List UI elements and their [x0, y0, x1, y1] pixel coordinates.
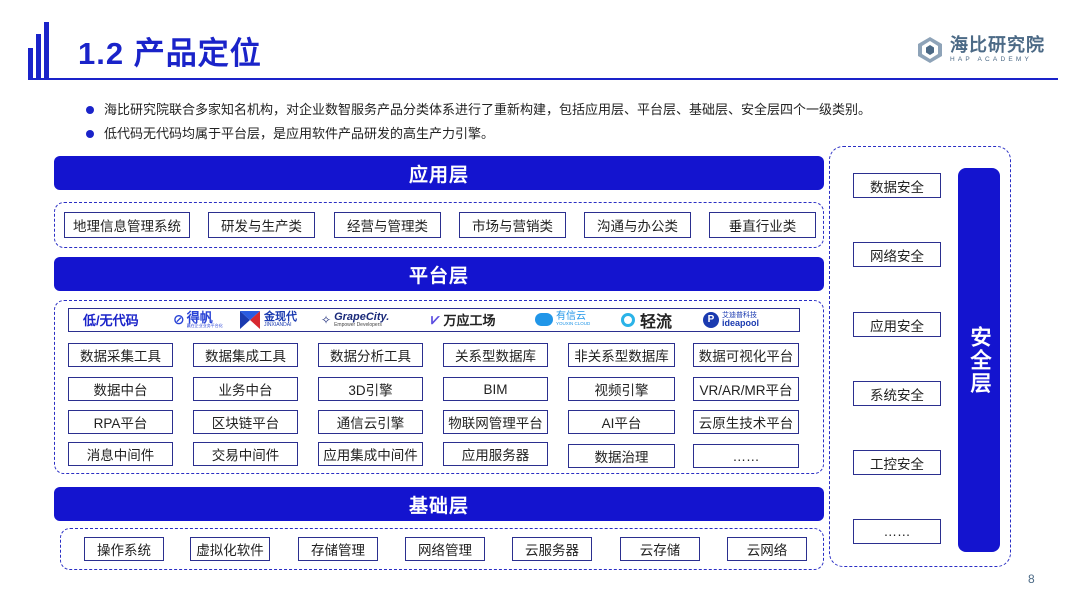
security-item: 工控安全	[853, 450, 941, 475]
application-item: 地理信息管理系统	[64, 212, 190, 238]
header-bars-decoration	[28, 22, 52, 78]
security-item: ……	[853, 519, 941, 544]
platform-item: AI平台	[568, 410, 675, 434]
jinxiandai-icon	[240, 310, 260, 329]
logo-name-cn: 海比研究院	[950, 35, 1045, 56]
application-item: 经营与管理类	[334, 212, 441, 238]
platform-item: 关系型数据库	[443, 343, 548, 367]
vendor-sub: Empower Developers	[334, 321, 382, 328]
lowcode-label: 低/无代码	[83, 313, 139, 328]
cloud-icon	[535, 313, 553, 326]
bullet-item: 海比研究院联合多家知名机构，对企业数智服务产品分类体系进行了重新构建，包括应用层…	[86, 101, 871, 125]
platform-item: 物联网管理平台	[443, 410, 548, 434]
security-layer-bar: 安全层	[958, 168, 1000, 552]
platform-item: 应用集成中间件	[318, 442, 423, 466]
vendor-wanying-logo: ⩗ 万应工场	[431, 309, 495, 330]
application-item: 市场与营销类	[459, 212, 566, 238]
vendor-name: 万应工场	[443, 313, 496, 328]
base-item: 虚拟化软件	[190, 537, 270, 561]
platform-item: 交易中间件	[193, 442, 298, 466]
page-number: 8	[1028, 572, 1035, 586]
platform-item: BIM	[443, 377, 548, 401]
base-item: 操作系统	[84, 537, 164, 561]
hap-logo: 海比研究院 HAP ACADEMY	[916, 36, 1045, 64]
application-item: 研发与生产类	[208, 212, 315, 238]
platform-item: 数据采集工具	[68, 343, 173, 367]
vendor-sub: YOUXIN CLOUD	[556, 321, 591, 327]
security-item: 数据安全	[853, 173, 941, 198]
platform-item: 数据中台	[68, 377, 173, 401]
platform-item: 应用服务器	[443, 442, 548, 466]
security-item: 网络安全	[853, 242, 941, 267]
page-title: 1.2 产品定位	[78, 36, 262, 71]
vendor-sub: ideapool	[722, 317, 760, 328]
application-layer-bar: 应用层	[54, 156, 824, 190]
logo-name-en: HAP ACADEMY	[950, 56, 1033, 64]
security-item: 应用安全	[853, 312, 941, 337]
vendor-sub: 赢在企业业务平台化	[186, 323, 223, 328]
base-layer-bar: 基础层	[54, 487, 824, 521]
platform-item: ……	[693, 444, 799, 468]
ideapool-icon: P	[703, 311, 719, 328]
application-item: 沟通与办公类	[584, 212, 691, 238]
bullet-item: 低代码无代码均属于平台层，是应用软件产品研发的高生产力引擎。	[86, 125, 871, 149]
platform-layer-bar: 平台层	[54, 257, 824, 291]
vendor-ideapool-logo: P 艾迪普科技 ideapool	[703, 309, 759, 330]
vendor-sub: JINXIANDAI	[264, 321, 292, 328]
application-item: 垂直行业类	[709, 212, 816, 238]
vendor-name: 轻流	[640, 313, 673, 331]
security-layer-title: 安全层	[968, 325, 991, 395]
base-item: 云服务器	[512, 537, 592, 561]
platform-item: 非关系型数据库	[568, 343, 675, 367]
defan-icon: ⊘	[173, 311, 185, 327]
platform-item: 视频引擎	[568, 377, 675, 401]
platform-item: 数据可视化平台	[693, 343, 799, 367]
platform-item: VR/AR/MR平台	[693, 377, 799, 401]
grapecity-icon: ✧	[321, 312, 332, 327]
vendor-qingliu-logo: 轻流	[621, 309, 673, 331]
platform-item: RPA平台	[68, 410, 173, 434]
vendor-grapecity-logo: ✧ GrapeCity. Empower Developers	[321, 309, 389, 330]
platform-item: 数据治理	[568, 444, 675, 468]
vendor-defan-logo: ⊘ 得帆 赢在企业业务平台化	[173, 309, 223, 330]
platform-item: 数据集成工具	[193, 343, 298, 367]
vendor-youxinyun-logo: 有信云 YOUXIN CLOUD	[535, 309, 590, 330]
security-item: 系统安全	[853, 381, 941, 406]
header-divider	[28, 78, 1058, 80]
platform-item: 消息中间件	[68, 442, 173, 466]
wanying-icon: ⩗	[431, 311, 440, 328]
base-item: 云存储	[620, 537, 700, 561]
base-item: 云网络	[727, 537, 807, 561]
vendor-name: 金现代	[264, 310, 297, 323]
base-item: 网络管理	[405, 537, 485, 561]
platform-item: 云原生技术平台	[693, 410, 799, 434]
platform-item: 区块链平台	[193, 410, 298, 434]
lowcode-vendor-row: 低/无代码 ⊘ 得帆 赢在企业业务平台化 金现代 JINXIANDAI ✧ Gr…	[68, 308, 800, 332]
base-item: 存储管理	[298, 537, 378, 561]
platform-item: 通信云引擎	[318, 410, 423, 434]
platform-item: 数据分析工具	[318, 343, 423, 367]
platform-item: 3D引擎	[318, 377, 423, 401]
vendor-name: GrapeCity.	[334, 310, 390, 323]
vendor-jinxiandai-logo: 金现代 JINXIANDAI	[239, 309, 297, 330]
bullet-list: 海比研究院联合多家知名机构，对企业数智服务产品分类体系进行了重新构建，包括应用层…	[86, 101, 871, 149]
qingliu-icon	[621, 312, 635, 327]
hap-logo-icon	[918, 37, 942, 63]
platform-item: 业务中台	[193, 377, 298, 401]
